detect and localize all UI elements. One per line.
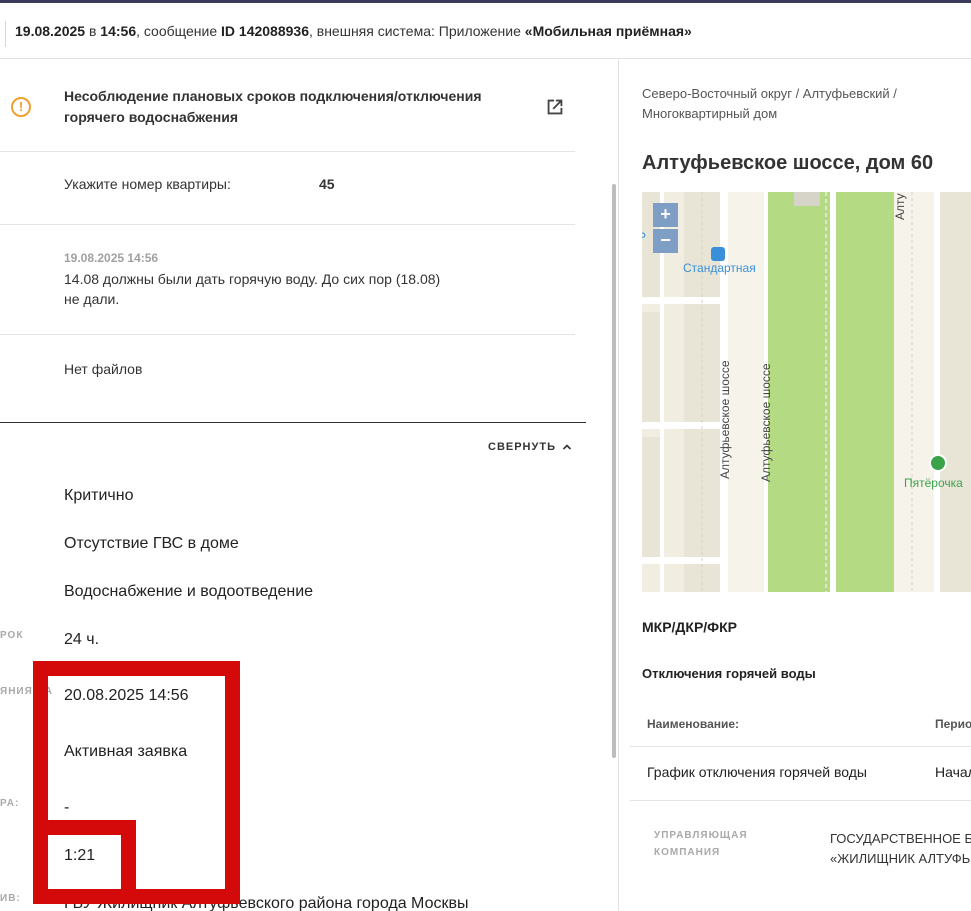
location-breadcrumb: Северо-Восточный округ / Алтуфьевский / … (642, 86, 897, 121)
header-message-prefix: , сообщение (136, 23, 218, 39)
repair-section-title: МКР/ДКР/ФКР (642, 619, 738, 635)
message-date: 19.08.2025 14:56 (64, 251, 159, 265)
priority-value: Критично (64, 487, 134, 504)
issue-topic: Несоблюдение плановых сроков подключения… (64, 88, 482, 125)
map-stop-label[interactable]: Стандартная (683, 261, 756, 275)
header-system-name: «Мобильная приёмная» (524, 23, 692, 39)
collapse-label: СВЕРНУТЬ (488, 441, 556, 453)
management-company-value: ГОСУДАРСТВЕННОЕ Б «ЖИЛИЩНИК АЛТУФЬ (830, 829, 971, 869)
management-company-line: «ЖИЛИЩНИК АЛТУФЬ (830, 851, 971, 866)
table-cell-name: График отключения горячей воды (647, 764, 867, 780)
section-divider (0, 422, 586, 423)
header-date: 19.08.2025 (15, 23, 86, 39)
map-edge-label: Р (642, 230, 647, 244)
table-header-period: Период (935, 717, 971, 731)
shop-cart-icon[interactable] (929, 454, 947, 472)
row-divider (0, 151, 575, 152)
files-status: Нет файлов (64, 361, 143, 377)
map-road-label: Алтуфьевское шоссе (718, 360, 732, 479)
table-row-divider (630, 800, 971, 801)
management-company-line: ГОСУДАРСТВЕННОЕ Б (830, 831, 971, 846)
header-text: 19.08.2025 в 14:56, сообщение ID 1420889… (15, 23, 692, 39)
map-canvas (642, 192, 971, 592)
group-value: Водоснабжение и водоотведение (64, 583, 314, 600)
map-zoom-out-button[interactable]: − (653, 229, 678, 253)
deadline-value: 24 ч. (64, 631, 100, 648)
organization-label: ИВ: (0, 893, 21, 904)
message-header: 19.08.2025 в 14:56, сообщение ID 1420889… (0, 3, 971, 59)
header-at: в (88, 23, 97, 39)
external-link-icon[interactable] (544, 96, 566, 118)
table-header-divider (630, 746, 971, 747)
collapse-button[interactable]: СВЕРНУТЬ (488, 441, 572, 453)
header-time: 14:56 (100, 23, 137, 39)
map-road-label: Алту (893, 193, 907, 220)
bus-stop-icon[interactable] (711, 247, 725, 261)
address-title: Алтуфьевское шоссе, дом 60 (642, 152, 934, 174)
apartment-label: Укажите номер квартиры: (64, 176, 231, 192)
header-message-id: ID 142088936 (221, 23, 309, 39)
header-system-prefix: , внешняя система: Приложение (308, 23, 521, 39)
row-divider (0, 224, 575, 225)
map-shop-label[interactable]: Пятёрочка (904, 476, 963, 490)
table-cell-period: Начал (935, 764, 971, 780)
table-header-name: Наименование: (647, 717, 740, 731)
executor-label: РА: (0, 798, 20, 809)
deadline-label: РОК (0, 630, 24, 641)
map-road-label: Алтуфьевское шоссе (759, 363, 773, 482)
chevron-up-icon (562, 444, 572, 450)
message-text: 14.08 должны были дать горячую воду. До … (64, 271, 441, 307)
map-zoom-in-button[interactable]: + (653, 203, 678, 227)
apartment-value: 45 (319, 176, 335, 192)
category-value: Отсутствие ГВС в доме (64, 535, 239, 552)
row-divider (0, 334, 575, 335)
scrollbar-thumb[interactable] (612, 184, 616, 758)
hot-water-title: Отключения горячей воды (642, 666, 816, 681)
location-map[interactable]: + − Р Стандартная Пятёрочка Алтуфьевское… (642, 192, 971, 592)
panel-divider (618, 60, 619, 911)
warning-icon: ! (11, 97, 31, 117)
management-company-label: УПРАВЛЯЮЩАЯ КОМПАНИЯ (654, 830, 748, 858)
header-divider (5, 21, 6, 47)
highlight-frame-inner (33, 820, 136, 904)
